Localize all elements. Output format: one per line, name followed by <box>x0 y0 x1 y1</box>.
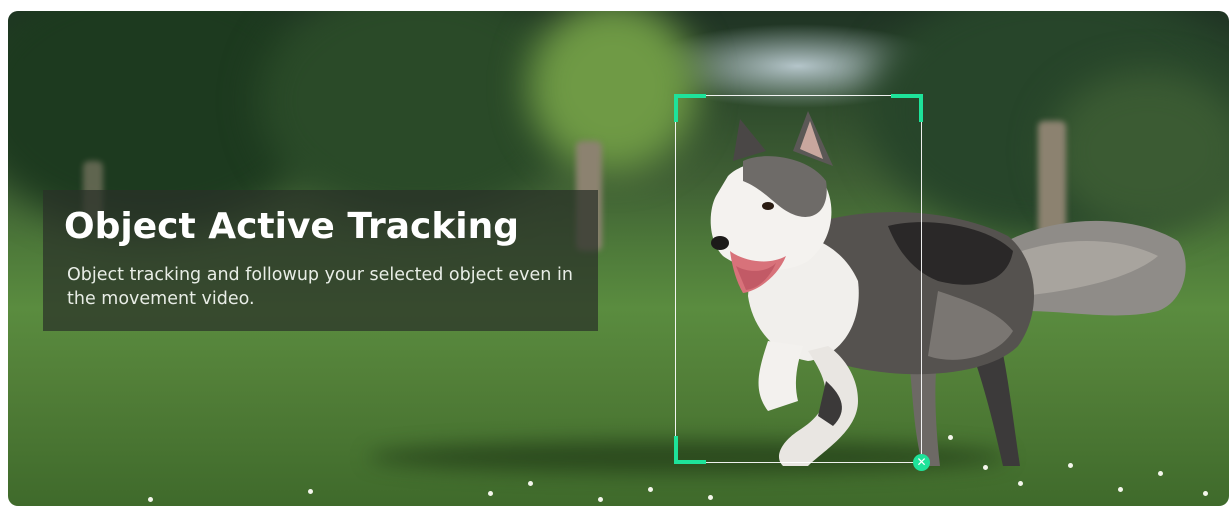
feature-title: Object Active Tracking <box>64 206 520 247</box>
feature-text-panel: Object Active Tracking Object tracking a… <box>43 190 598 331</box>
corner-bracket-top-left <box>674 94 706 122</box>
feature-banner: Object Active Tracking Object tracking a… <box>8 11 1229 506</box>
close-icon[interactable]: ✕ <box>913 454 930 471</box>
corner-bracket-top-right <box>891 94 923 122</box>
corner-bracket-bottom-left <box>674 436 706 464</box>
tracking-bounding-box[interactable]: ✕ <box>674 94 930 471</box>
feature-description: Object tracking and followup your select… <box>67 265 573 309</box>
